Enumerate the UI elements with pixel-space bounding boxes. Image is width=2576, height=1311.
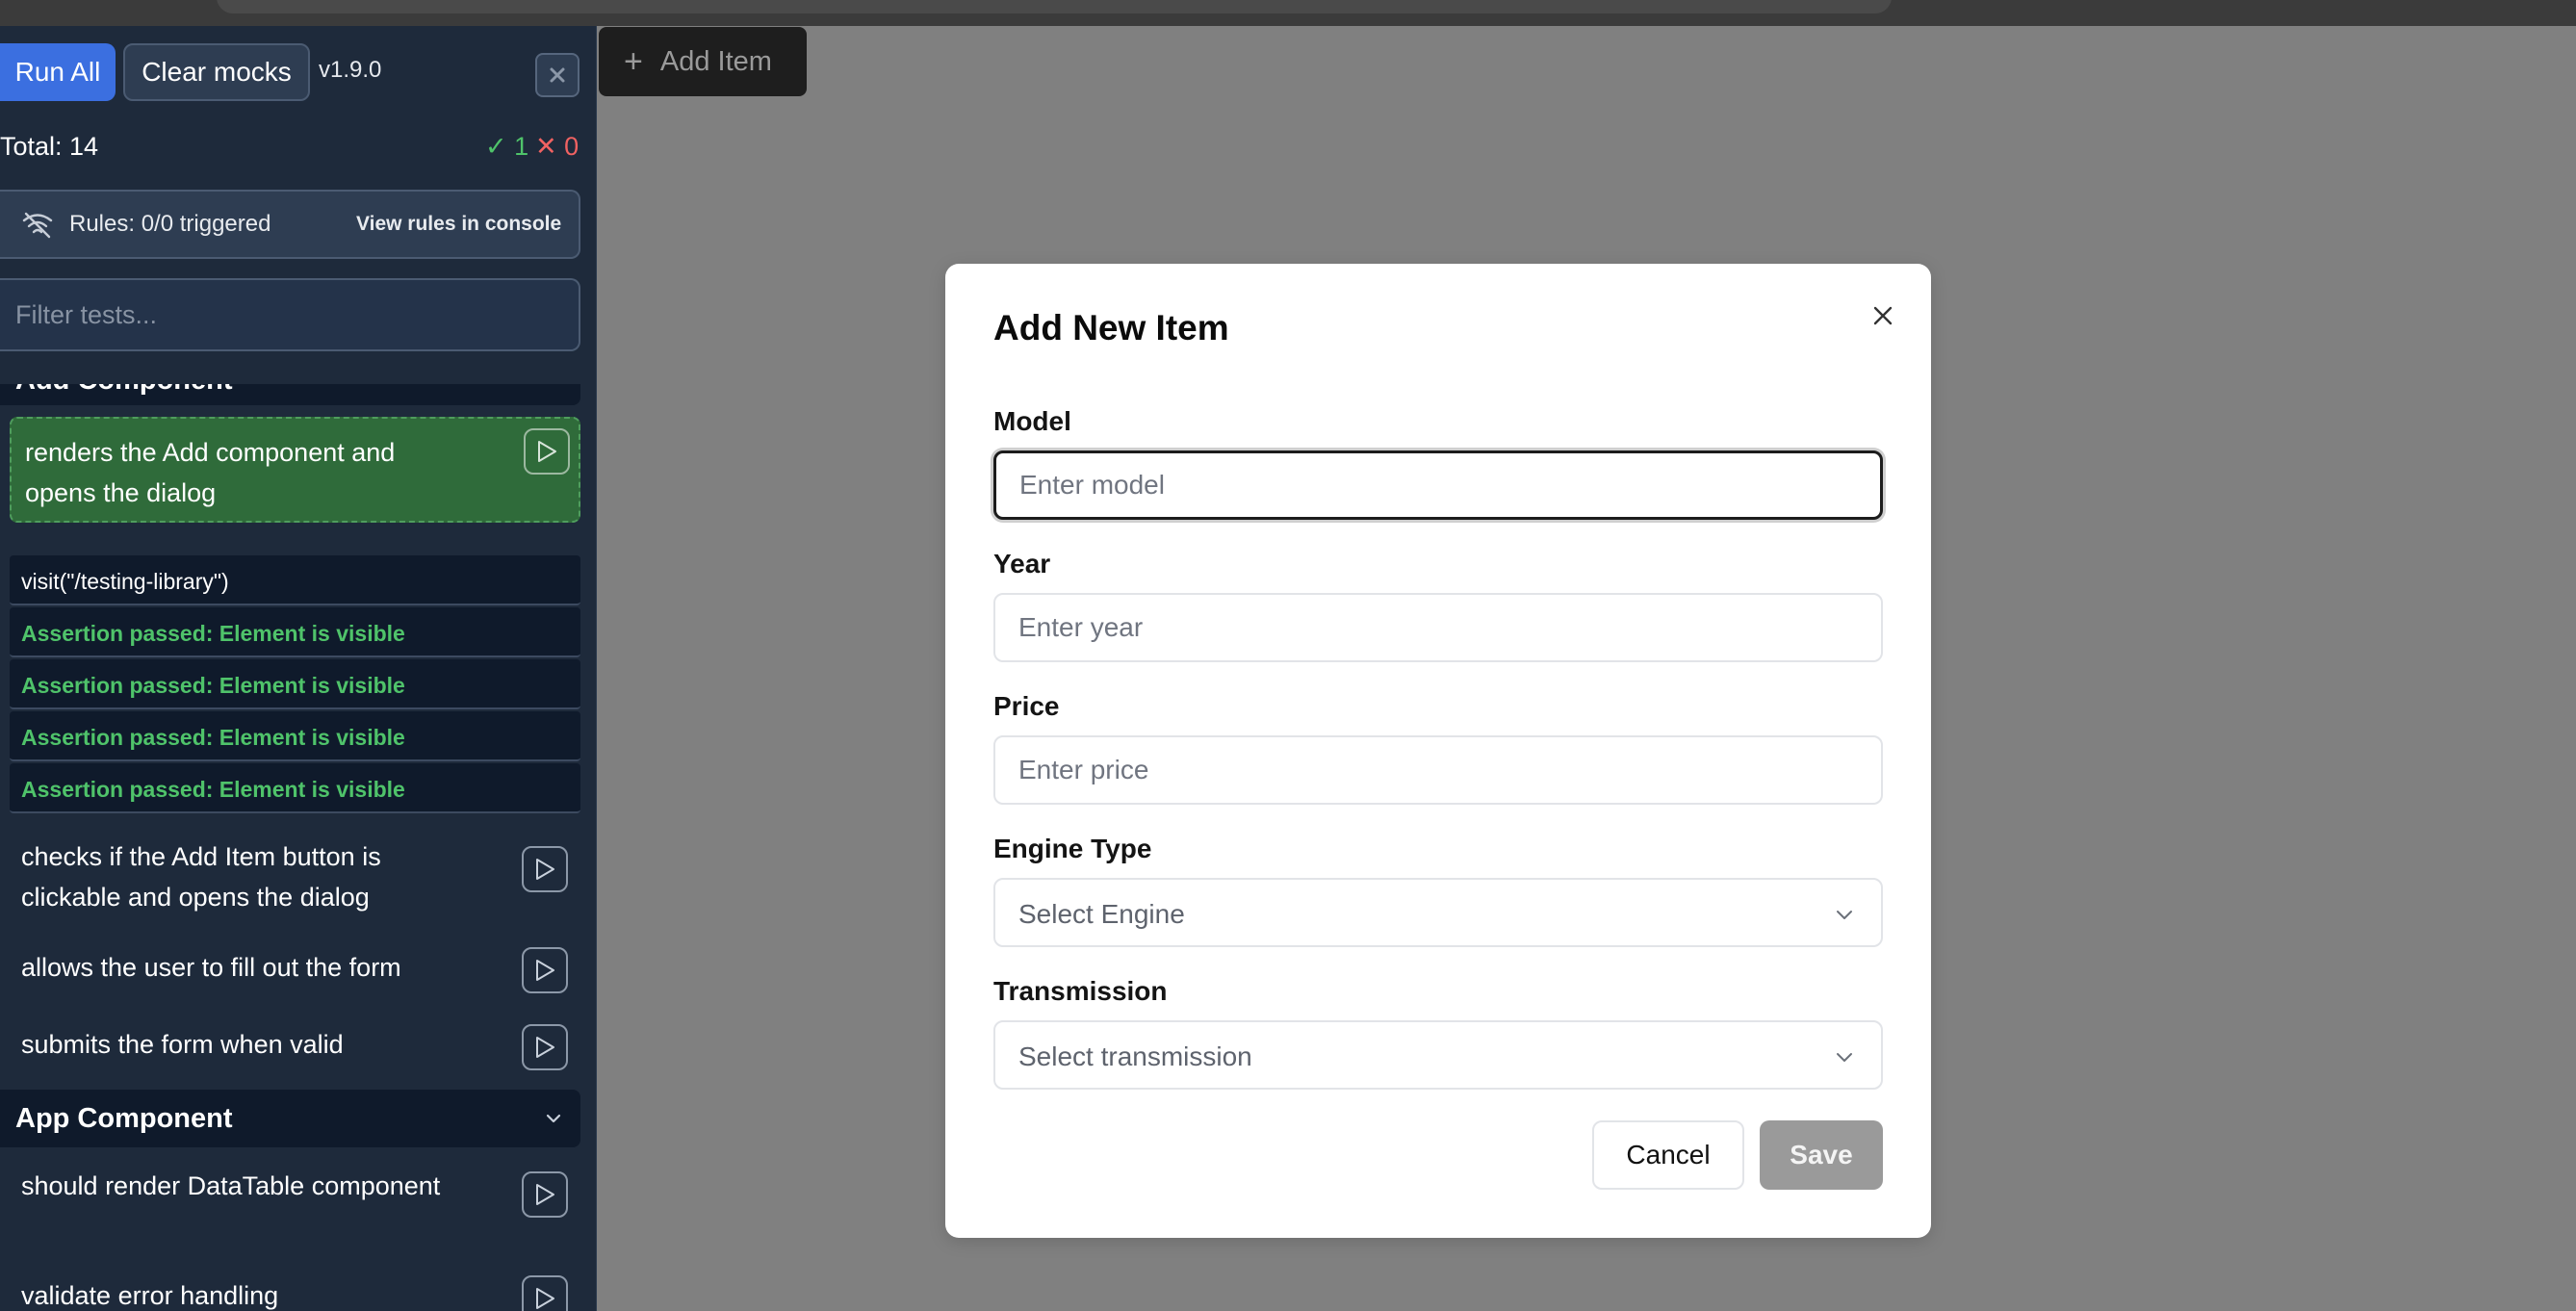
test-title: validate error handling bbox=[21, 1281, 279, 1310]
engine-type-label: Engine Type bbox=[993, 834, 1152, 863]
total-count: Total: 14 bbox=[0, 132, 99, 161]
test-item[interactable]: checks if the Add Item button is clickab… bbox=[10, 836, 580, 923]
price-input[interactable] bbox=[993, 735, 1883, 805]
dialog-title: Add New Item bbox=[993, 308, 1229, 347]
command-log-row[interactable]: Assertion passed: Element is visible bbox=[10, 607, 580, 657]
test-title: checks if the Add Item button is clickab… bbox=[21, 842, 381, 912]
suite-header-add[interactable]: Add Component bbox=[0, 384, 580, 405]
suite-name: App Component bbox=[15, 1103, 233, 1134]
plus-icon: + bbox=[624, 43, 643, 80]
view-rules-link[interactable]: View rules in console bbox=[356, 213, 561, 236]
test-item[interactable]: submits the form when valid bbox=[10, 1024, 580, 1070]
add-item-dialog: Add New Item Model Year Price Engine Typ… bbox=[945, 264, 1931, 1238]
test-item[interactable]: validate error handling bbox=[10, 1275, 580, 1311]
add-item-label: Add Item bbox=[659, 45, 772, 77]
chevron-down-icon bbox=[1837, 1053, 1852, 1062]
play-icon bbox=[536, 1184, 554, 1205]
test-runner-sidebar: Run All Clear mocks v1.9.0 Total: 14 ✓ 1… bbox=[0, 26, 597, 1311]
passed-value: 1 bbox=[514, 132, 529, 161]
run-test-button[interactable] bbox=[522, 947, 568, 993]
test-totals: Total: 14 ✓ 1 ✕ 0 bbox=[0, 132, 596, 170]
cancel-button[interactable]: Cancel bbox=[1592, 1120, 1744, 1190]
year-input[interactable] bbox=[993, 593, 1883, 662]
test-item[interactable]: should render DataTable component bbox=[10, 1166, 580, 1252]
price-label: Price bbox=[993, 691, 1060, 721]
command-log-row[interactable]: Assertion passed: Element is visible bbox=[10, 763, 580, 813]
run-all-button[interactable]: Run All bbox=[0, 43, 116, 101]
test-title: should render DataTable component bbox=[21, 1171, 441, 1200]
engine-type-select[interactable]: Select Engine bbox=[993, 878, 1883, 947]
chevron-down-icon bbox=[1837, 911, 1852, 919]
command-log-row[interactable]: visit("/testing-library") bbox=[10, 555, 580, 605]
test-item-active[interactable]: renders the Add component and opens the … bbox=[10, 417, 580, 523]
passed-count: ✓ 1 bbox=[485, 132, 528, 162]
close-icon bbox=[550, 67, 565, 83]
model-input[interactable] bbox=[993, 450, 1883, 520]
play-icon bbox=[536, 960, 554, 981]
model-label: Model bbox=[993, 406, 1071, 436]
run-test-button[interactable] bbox=[524, 428, 570, 475]
chevron-down-icon bbox=[546, 1114, 561, 1123]
command-text: Assertion passed: Element is visible bbox=[21, 673, 405, 698]
version-label: v1.9.0 bbox=[319, 57, 382, 83]
play-icon bbox=[536, 1288, 554, 1309]
play-icon bbox=[536, 859, 554, 880]
command-log-row[interactable]: Assertion passed: Element is visible bbox=[10, 659, 580, 709]
run-test-button[interactable] bbox=[522, 1275, 568, 1311]
close-icon[interactable] bbox=[1868, 300, 1898, 331]
browser-top-strip bbox=[0, 0, 2576, 26]
test-title: submits the form when valid bbox=[21, 1030, 344, 1059]
filter-tests-input[interactable] bbox=[0, 278, 580, 351]
test-title: renders the Add component and opens the … bbox=[25, 438, 396, 507]
transmission-label: Transmission bbox=[993, 976, 1168, 1006]
run-test-button[interactable] bbox=[522, 1024, 568, 1070]
rules-panel: Rules: 0/0 triggered View rules in conso… bbox=[0, 190, 580, 259]
cross-icon: ✕ bbox=[535, 132, 557, 161]
save-button[interactable]: Save bbox=[1760, 1120, 1883, 1190]
check-icon: ✓ bbox=[485, 132, 507, 161]
browser-address-bar[interactable] bbox=[217, 0, 1892, 13]
test-item[interactable]: allows the user to fill out the form bbox=[10, 947, 580, 993]
command-text: visit("/testing-library") bbox=[21, 569, 229, 594]
command-text: Assertion passed: Element is visible bbox=[21, 621, 405, 646]
year-label: Year bbox=[993, 549, 1051, 578]
test-list: Add Component renders the Add component … bbox=[0, 384, 596, 1311]
play-icon bbox=[536, 1037, 554, 1058]
play-icon bbox=[538, 441, 556, 462]
failed-count: ✕ 0 bbox=[535, 132, 579, 162]
failed-value: 0 bbox=[564, 132, 580, 161]
sidebar-toolbar: Run All Clear mocks v1.9.0 bbox=[0, 43, 596, 101]
test-title: allows the user to fill out the form bbox=[21, 953, 401, 982]
run-test-button[interactable] bbox=[522, 846, 568, 892]
suite-header-app[interactable]: App Component bbox=[0, 1090, 580, 1147]
clear-mocks-button[interactable]: Clear mocks bbox=[123, 43, 310, 101]
command-text: Assertion passed: Element is visible bbox=[21, 725, 405, 750]
run-test-button[interactable] bbox=[522, 1171, 568, 1218]
close-sidebar-button[interactable] bbox=[535, 53, 580, 97]
transmission-select[interactable]: Select transmission bbox=[993, 1020, 1883, 1090]
add-item-button[interactable]: + Add Item bbox=[599, 27, 807, 96]
command-text: Assertion passed: Element is visible bbox=[21, 777, 405, 802]
engine-type-value: Select Engine bbox=[1018, 899, 1185, 929]
suite-name: Add Component bbox=[15, 384, 233, 397]
command-log-row[interactable]: Assertion passed: Element is visible bbox=[10, 711, 580, 761]
rules-status: Rules: 0/0 triggered bbox=[69, 211, 271, 237]
transmission-value: Select transmission bbox=[1018, 1041, 1252, 1071]
wifi-off-icon bbox=[22, 212, 53, 239]
